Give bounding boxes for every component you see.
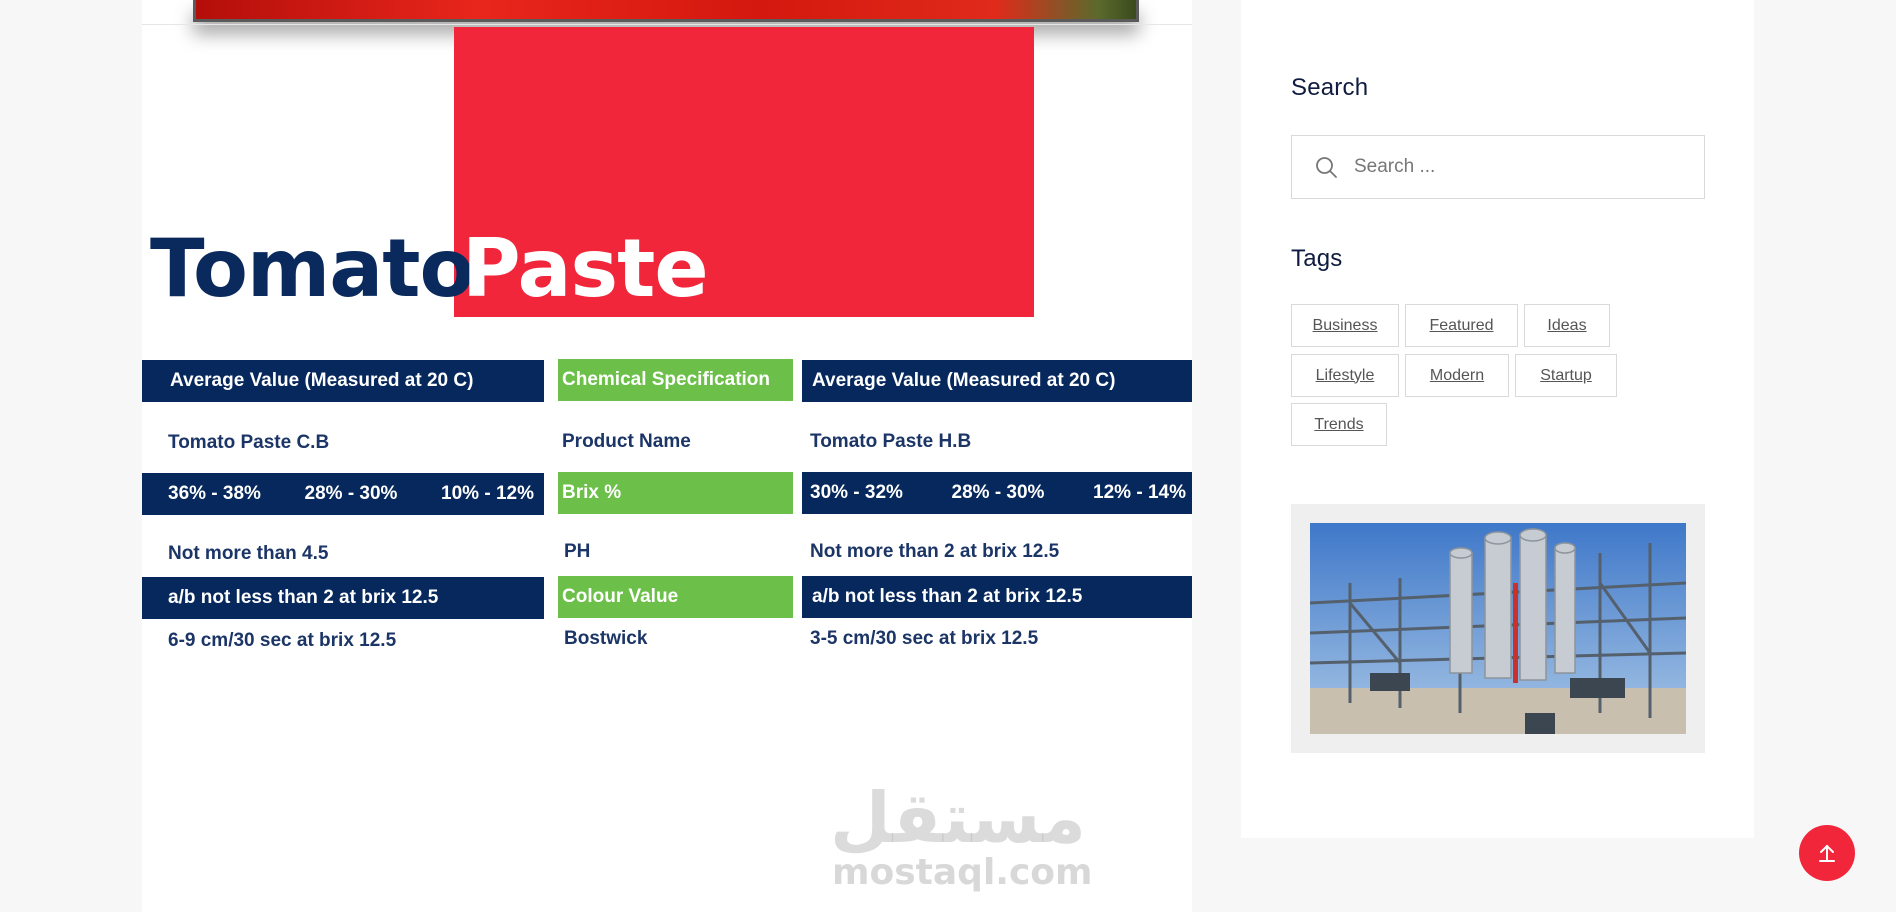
- right-brix-3: 12% - 14%: [1093, 482, 1186, 503]
- tag-business[interactable]: Business: [1291, 304, 1399, 347]
- left-bostwick: 6-9 cm/30 sec at brix 12.5: [168, 630, 397, 651]
- tag-modern[interactable]: Modern: [1405, 354, 1509, 397]
- factory-photo: [1310, 523, 1686, 734]
- left-brix-2: 28% - 30%: [304, 483, 398, 504]
- search-box[interactable]: [1291, 135, 1705, 199]
- tag-startup[interactable]: Startup: [1515, 354, 1617, 397]
- right-colour: a/b not less than 2 at brix 12.5: [802, 576, 1192, 618]
- right-product: Tomato Paste H.B: [810, 431, 972, 452]
- hero-image: [193, 0, 1139, 22]
- middle-colour: Colour Value: [558, 576, 793, 618]
- search-input[interactable]: [1354, 156, 1674, 178]
- right-brix-bar: 30% - 32% 28% - 30% 12% - 14%: [802, 472, 1192, 514]
- tag-lifestyle[interactable]: Lifestyle: [1291, 354, 1399, 397]
- divider: [142, 24, 1192, 25]
- tag-trends[interactable]: Trends: [1291, 403, 1387, 446]
- right-ph: Not more than 2 at brix 12.5: [810, 541, 1060, 562]
- tags-heading: Tags: [1291, 245, 1343, 272]
- poster-title-left: Tomato: [150, 222, 474, 315]
- right-brix-1: 30% - 32%: [810, 482, 903, 503]
- right-brix-2: 28% - 30%: [951, 482, 1045, 503]
- middle-brix: Brix %: [558, 472, 793, 514]
- left-brix-1: 36% - 38%: [168, 483, 261, 504]
- middle-bostwick: Bostwick: [564, 628, 648, 649]
- poster-title-right: Paste: [462, 222, 709, 315]
- middle-header: Chemical Specification: [558, 359, 793, 401]
- watermark-logo-text: mostaql.com: [832, 852, 1093, 893]
- right-bostwick: 3-5 cm/30 sec at brix 12.5: [810, 628, 1039, 649]
- arrow-up-icon: [1819, 844, 1835, 862]
- left-product: Tomato Paste C.B: [168, 432, 330, 453]
- left-colour: a/b not less than 2 at brix 12.5: [142, 577, 544, 619]
- left-header: Average Value (Measured at 20 C): [142, 360, 544, 402]
- search-heading: Search: [1291, 74, 1369, 101]
- left-brix-3: 10% - 12%: [441, 483, 534, 504]
- search-icon: [1316, 157, 1337, 178]
- left-brix-bar: 36% - 38% 28% - 30% 10% - 12%: [142, 473, 544, 515]
- middle-product: Product Name: [562, 431, 691, 452]
- left-ph: Not more than 4.5: [168, 543, 329, 564]
- back-to-top-button[interactable]: [1799, 825, 1855, 881]
- tag-ideas[interactable]: Ideas: [1524, 304, 1610, 347]
- tag-featured[interactable]: Featured: [1405, 304, 1518, 347]
- middle-ph: PH: [564, 541, 591, 562]
- watermark-logo-arabic: مستقل: [830, 777, 1087, 859]
- right-header: Average Value (Measured at 20 C): [802, 360, 1192, 402]
